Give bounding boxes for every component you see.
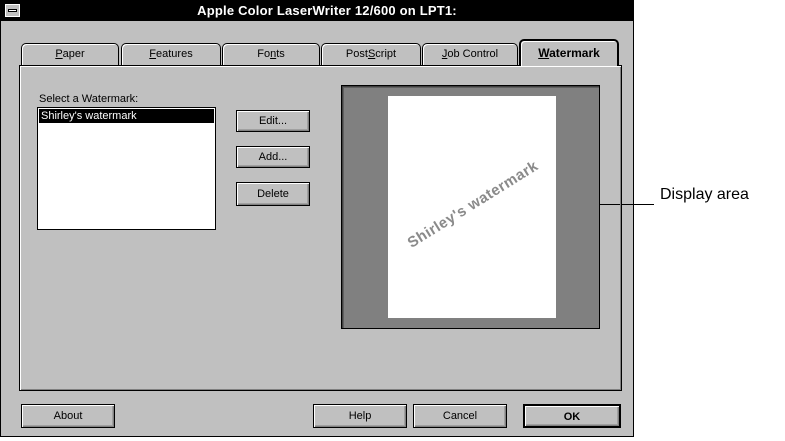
tab-paper[interactable]: Paper xyxy=(21,43,119,65)
title-bar: Apple Color LaserWriter 12/600 on LPT1: xyxy=(1,1,633,21)
watermark-list-label: Select a Watermark: xyxy=(39,93,138,105)
watermark-preview-text: Shirley's watermark xyxy=(404,157,542,252)
printer-properties-dialog: Apple Color LaserWriter 12/600 on LPT1: … xyxy=(0,0,634,437)
preview-page: Shirley's watermark xyxy=(388,96,556,318)
tab-postscript[interactable]: PostScript xyxy=(321,43,421,65)
ok-button[interactable]: OK xyxy=(523,404,621,428)
tab-label: Paper xyxy=(55,48,85,60)
watermark-preview: Shirley's watermark xyxy=(341,85,600,329)
tab-label: Features xyxy=(149,48,193,60)
tab-watermark[interactable]: Watermark xyxy=(519,39,619,66)
list-label-text: Select a Watermark: xyxy=(39,93,139,105)
watermark-listbox[interactable]: Shirley's watermark xyxy=(37,107,216,230)
tab-label: Job Control xyxy=(441,48,499,60)
tab-fonts[interactable]: Fonts xyxy=(222,43,320,65)
edit-button[interactable]: Edit... xyxy=(236,110,310,132)
tab-job-control[interactable]: Job Control xyxy=(422,43,518,65)
callout-label: Display area xyxy=(660,186,749,203)
tab-label: PostScript xyxy=(345,48,397,60)
cancel-button[interactable]: Cancel xyxy=(413,404,507,428)
help-button[interactable]: Help xyxy=(313,404,407,428)
tab-label: Watermark xyxy=(538,46,600,60)
tab-label: Fonts xyxy=(257,48,285,60)
delete-button[interactable]: Delete xyxy=(236,182,310,206)
window-title: Apple Color LaserWriter 12/600 on LPT1: xyxy=(197,3,457,18)
tab-features[interactable]: Features xyxy=(121,43,221,65)
list-item[interactable]: Shirley's watermark xyxy=(39,109,214,123)
add-button[interactable]: Add... xyxy=(236,146,310,168)
about-button[interactable]: About xyxy=(21,404,115,428)
